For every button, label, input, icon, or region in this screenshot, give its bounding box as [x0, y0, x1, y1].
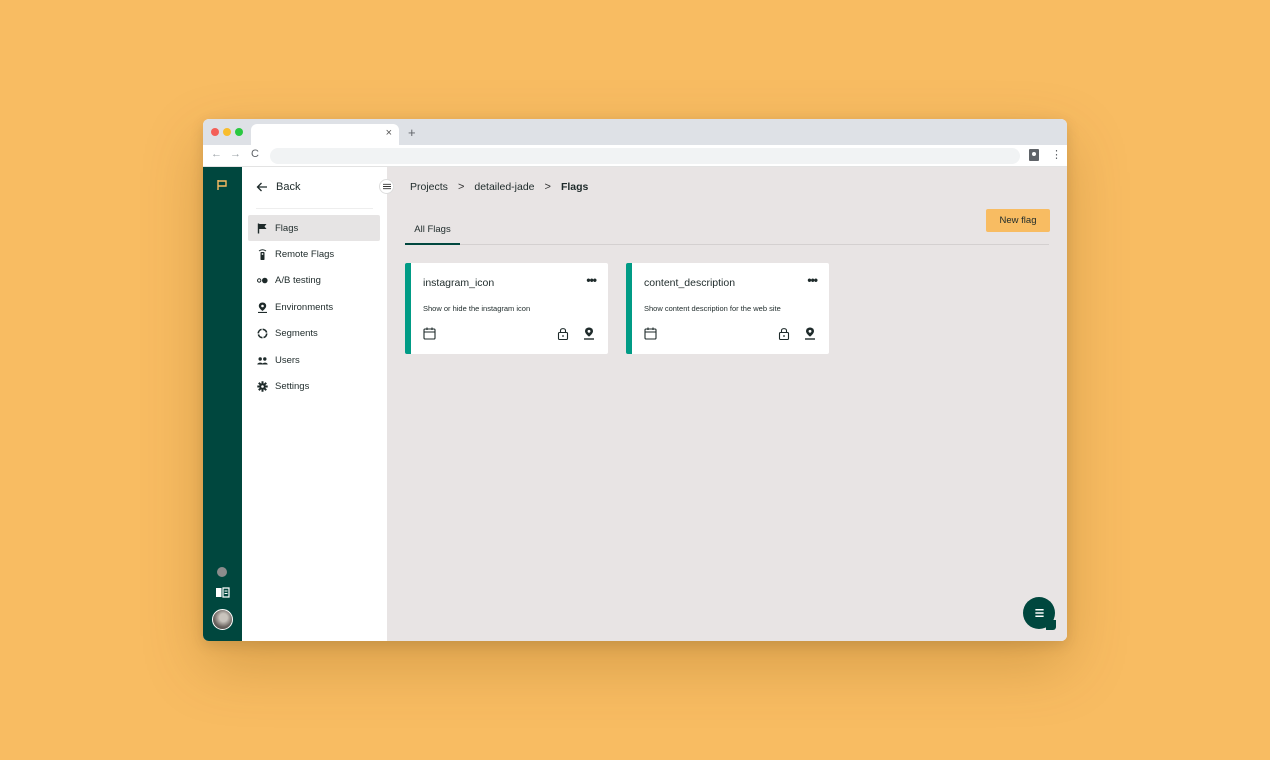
users-icon [256, 354, 268, 366]
environment-icon [256, 301, 268, 313]
chat-icon [1034, 609, 1044, 617]
extension-icon[interactable] [1029, 149, 1039, 161]
app: Back Flags Remote Flags A/B testing Envi… [203, 167, 1067, 641]
app-rail [203, 167, 242, 641]
sidebar-item-label: A/B testing [275, 275, 321, 287]
flag-description: Show or hide the instagram icon [423, 304, 531, 313]
sidebar-item-label: Flags [275, 222, 299, 234]
flag-title: instagram_icon [423, 277, 495, 289]
more-options-icon[interactable]: ••• [807, 273, 818, 287]
main-content: Projects > detailed-jade > Flags New fla… [387, 167, 1067, 641]
close-window-icon[interactable] [211, 128, 219, 136]
flag-card[interactable]: instagram_icon ••• Show or hide the inst… [405, 263, 608, 354]
sidebar-item-label: Settings [275, 381, 310, 393]
environment-icon[interactable] [583, 327, 595, 340]
gear-icon [256, 381, 268, 393]
arrow-left-icon [256, 182, 267, 192]
calendar-icon[interactable] [644, 327, 657, 340]
flag-description: Show content description for the web sit… [644, 304, 781, 313]
more-options-icon[interactable]: ••• [586, 273, 597, 287]
breadcrumb: Projects > detailed-jade > Flags [410, 181, 588, 193]
sidebar: Back Flags Remote Flags A/B testing Envi… [242, 167, 394, 641]
sidebar-item-label: Segments [275, 328, 318, 340]
flag-logo-icon[interactable] [216, 179, 228, 191]
browser-back-icon[interactable]: ← [211, 148, 222, 160]
sidebar-item-remote-flags[interactable]: Remote Flags [248, 241, 380, 267]
avatar[interactable] [212, 609, 233, 630]
flag-card[interactable]: content_description ••• Show content des… [626, 263, 829, 354]
chevron-right-icon: > [457, 181, 465, 193]
tab-bar: All Flags [405, 216, 1049, 245]
sidebar-item-environments[interactable]: Environments [248, 294, 380, 320]
browser-menu-icon[interactable]: ⋮ [1051, 148, 1062, 161]
sidebar-item-users[interactable]: Users [248, 347, 380, 373]
collapse-sidebar-button[interactable] [379, 179, 394, 194]
chevron-right-icon: > [544, 181, 551, 193]
sidebar-item-settings[interactable]: Settings [248, 373, 380, 399]
lock-icon[interactable] [557, 327, 569, 340]
menu-icon [382, 183, 391, 190]
sidebar-item-ab-testing[interactable]: A/B testing [248, 268, 380, 294]
flag-title: content_description [644, 277, 736, 289]
sidebar-item-label: Users [275, 354, 300, 366]
back-label: Back [276, 181, 301, 193]
docs-icon[interactable] [215, 587, 230, 598]
breadcrumb-current: Flags [560, 181, 589, 193]
breadcrumb-projects[interactable]: Projects [410, 181, 448, 193]
sidebar-menu: Flags Remote Flags A/B testing Environme… [248, 215, 380, 400]
address-input[interactable] [270, 148, 1020, 164]
window-controls [211, 128, 243, 136]
back-button[interactable]: Back [256, 181, 300, 193]
remote-icon [256, 249, 268, 261]
minimize-window-icon[interactable] [223, 128, 231, 136]
browser-toolbar: ← → C ⋮ [203, 145, 1067, 167]
lock-icon[interactable] [778, 327, 790, 340]
tab-close-icon[interactable]: × [386, 127, 392, 139]
reload-icon[interactable]: C [251, 148, 259, 160]
sidebar-item-label: Environments [275, 301, 334, 313]
flag-icon [256, 222, 268, 234]
browser-window: × + ← → C ⋮ Back Flags Remote Flags A/B … [203, 119, 1067, 641]
sidebar-item-segments[interactable]: Segments [248, 321, 380, 347]
calendar-icon[interactable] [423, 327, 436, 340]
segment-icon [256, 328, 268, 340]
status-dot [217, 567, 227, 577]
maximize-window-icon[interactable] [235, 128, 243, 136]
divider [256, 208, 373, 209]
new-tab-button[interactable]: + [408, 125, 416, 140]
environment-icon[interactable] [804, 327, 816, 340]
breadcrumb-project[interactable]: detailed-jade [474, 181, 534, 193]
tab-all-flags[interactable]: All Flags [405, 216, 460, 245]
ab-icon [256, 275, 268, 287]
browser-tab[interactable]: × [251, 124, 399, 145]
sidebar-item-flags[interactable]: Flags [248, 215, 380, 242]
sidebar-item-label: Remote Flags [275, 249, 335, 261]
chat-button[interactable] [1023, 597, 1056, 630]
browser-titlebar: × + [203, 119, 1067, 145]
browser-forward-icon[interactable]: → [230, 148, 241, 160]
